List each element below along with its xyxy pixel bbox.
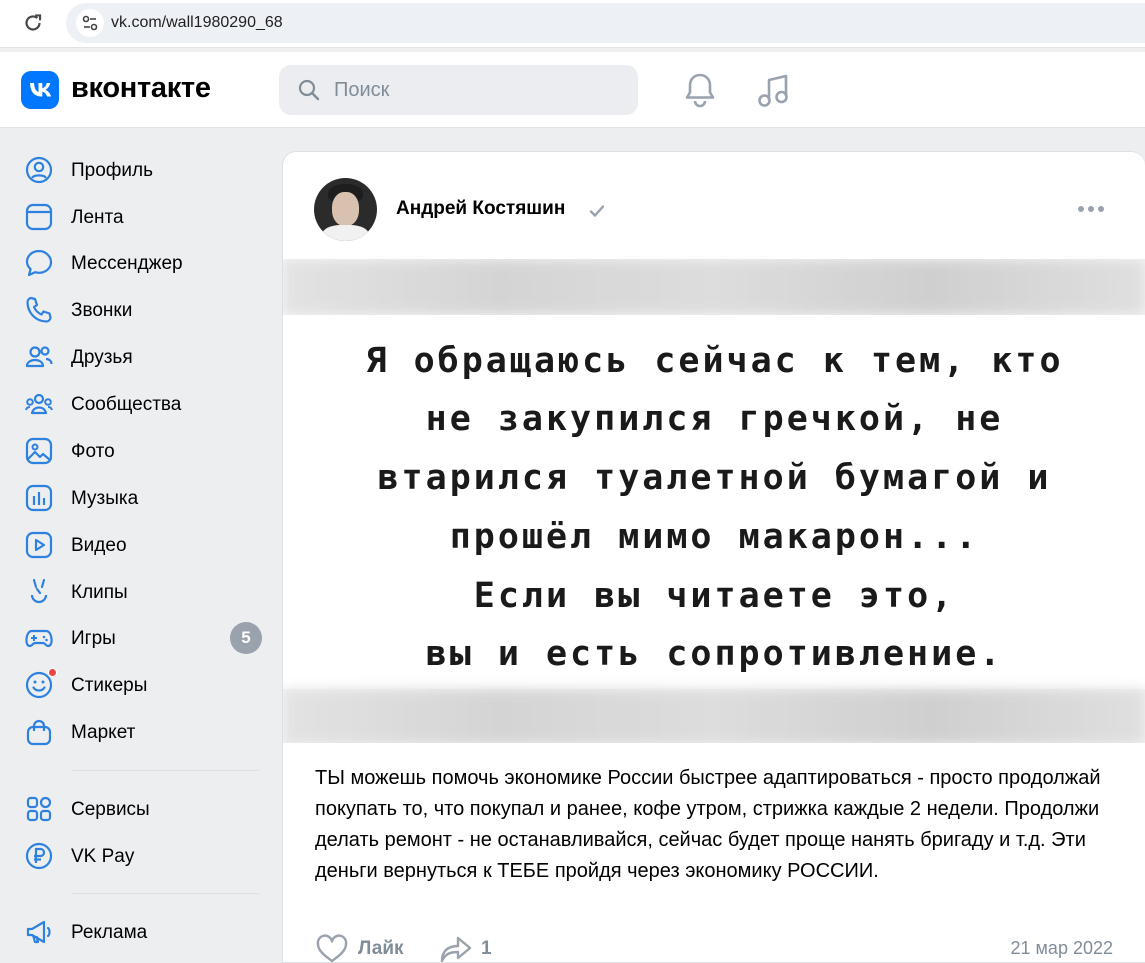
sidebar-item-feed[interactable]: Лента: [20, 196, 270, 236]
profile-icon: [25, 156, 53, 184]
sidebar-item-messenger[interactable]: Мессенджер: [20, 242, 270, 282]
sidebar-item-ads[interactable]: Реклама: [20, 911, 270, 951]
search-box[interactable]: [279, 65, 638, 115]
bell-icon[interactable]: [682, 70, 718, 110]
sidebar-item-label: VK Pay: [71, 846, 135, 867]
sidebar-item-label: Сервисы: [71, 799, 150, 820]
post-image[interactable]: Я обращаюсь сейчас к тем, кто не закупил…: [283, 259, 1145, 743]
avatar-face: [332, 192, 359, 226]
image-text-line: Я обращаюсь сейчас к тем, кто: [365, 341, 1064, 381]
sidebar-item-calls[interactable]: Звонки: [20, 289, 270, 329]
sidebar-item-communities[interactable]: Сообщества: [20, 383, 270, 423]
post-image-text-area: Я обращаюсь сейчас к тем, кто не закупил…: [283, 315, 1145, 689]
blurred-text-bottom: [283, 689, 1145, 743]
sidebar-item-label: Маркет: [71, 722, 136, 743]
sidebar-item-friends[interactable]: Друзья: [20, 336, 270, 376]
blurred-text-top: [283, 259, 1145, 315]
vk-logo-icon[interactable]: [21, 71, 59, 109]
photo-icon: [25, 437, 53, 465]
image-text-line: втарился туалетной бумагой и: [377, 458, 1052, 498]
sidebar-divider: [71, 893, 259, 894]
reload-icon[interactable]: [20, 10, 46, 36]
sidebar-item-stickers[interactable]: Стикеры: [20, 664, 270, 704]
sidebar-item-label: Клипы: [71, 582, 128, 603]
browser-toolbar: vk.com/wall1980290_68: [0, 0, 1145, 48]
heart-icon[interactable]: [315, 934, 349, 963]
games-count-badge: 5: [230, 622, 262, 654]
sidebar-item-label: Реклама: [71, 922, 148, 943]
vk-header: вконтакте: [0, 52, 1145, 128]
sidebar-item-label: Стикеры: [71, 675, 148, 696]
sidebar-item-clips[interactable]: Клипы: [20, 571, 270, 611]
sidebar-item-label: Лента: [71, 207, 124, 228]
games-icon: [25, 629, 53, 648]
music-icon: [25, 484, 53, 512]
sidebar-item-label: Профиль: [71, 160, 154, 181]
market-icon: [26, 719, 52, 746]
phone-icon: [26, 296, 52, 323]
sidebar-item-video[interactable]: Видео: [20, 524, 270, 564]
music-icon[interactable]: [755, 70, 793, 110]
author-avatar[interactable]: [314, 178, 377, 241]
sidebar-item-label: Фото: [71, 441, 115, 462]
sidebar-item-label: Видео: [71, 535, 127, 556]
site-settings-icon[interactable]: [76, 9, 104, 37]
more-options-icon[interactable]: [1078, 204, 1106, 214]
wall-post: Андрей Костяшин Я обращаюсь сейчас к тем…: [282, 151, 1145, 963]
like-button[interactable]: Лайк: [358, 938, 404, 960]
sidebar-item-games[interactable]: Игры 5: [20, 617, 270, 657]
communities-icon: [25, 393, 53, 415]
sidebar-item-label: Музыка: [71, 488, 139, 509]
post-actions: Лайк 1 21 мар 2022: [315, 930, 1115, 963]
sidebar-item-label: Сообщества: [71, 394, 182, 415]
address-bar[interactable]: vk.com/wall1980290_68: [66, 3, 1145, 43]
sidebar-item-music[interactable]: Музыка: [20, 477, 270, 517]
clips-icon: [30, 578, 48, 604]
sidebar-item-market[interactable]: Маркет: [20, 711, 270, 751]
sidebar-item-label: Друзья: [71, 347, 133, 368]
image-text-line: не закупился гречкой, не: [425, 399, 1004, 439]
post-date[interactable]: 21 мар 2022: [1011, 938, 1113, 959]
author-name[interactable]: Андрей Костяшин: [396, 198, 565, 220]
image-text-line: вы и есть сопротивление.: [425, 634, 1004, 674]
sidebar-item-label: Игры: [71, 628, 116, 649]
sidebar-item-services[interactable]: Сервисы: [20, 788, 270, 828]
image-text-line: прошёл мимо макарон...: [449, 517, 980, 557]
sidebar-divider: [71, 770, 259, 771]
share-count[interactable]: 1: [481, 938, 492, 960]
notification-dot: [48, 668, 57, 677]
sidebar-item-profile[interactable]: Профиль: [20, 149, 270, 189]
search-input[interactable]: [334, 65, 624, 115]
sidebar-item-vkpay[interactable]: VK Pay: [20, 835, 270, 875]
friends-icon: [25, 346, 53, 368]
ads-icon: [26, 920, 51, 944]
messenger-icon: [25, 249, 53, 277]
feed-icon: [25, 203, 53, 231]
sidebar-item-photo[interactable]: Фото: [20, 430, 270, 470]
verified-check-icon: [589, 205, 605, 217]
sidebar-item-label: Мессенджер: [71, 253, 183, 274]
sidebar-item-label: Звонки: [71, 300, 133, 321]
share-icon[interactable]: [439, 934, 473, 963]
post-body-text: ТЫ можешь помочь экономике России быстре…: [315, 767, 1101, 882]
video-icon: [25, 531, 53, 559]
search-icon: [298, 79, 320, 101]
image-text-line: Если вы читаете это,: [473, 576, 956, 616]
brand-name[interactable]: вконтакте: [71, 72, 211, 105]
services-icon: [26, 796, 52, 822]
vkpay-icon: [25, 842, 53, 870]
url-text[interactable]: vk.com/wall1980290_68: [111, 14, 283, 32]
avatar-shirt: [322, 225, 369, 241]
